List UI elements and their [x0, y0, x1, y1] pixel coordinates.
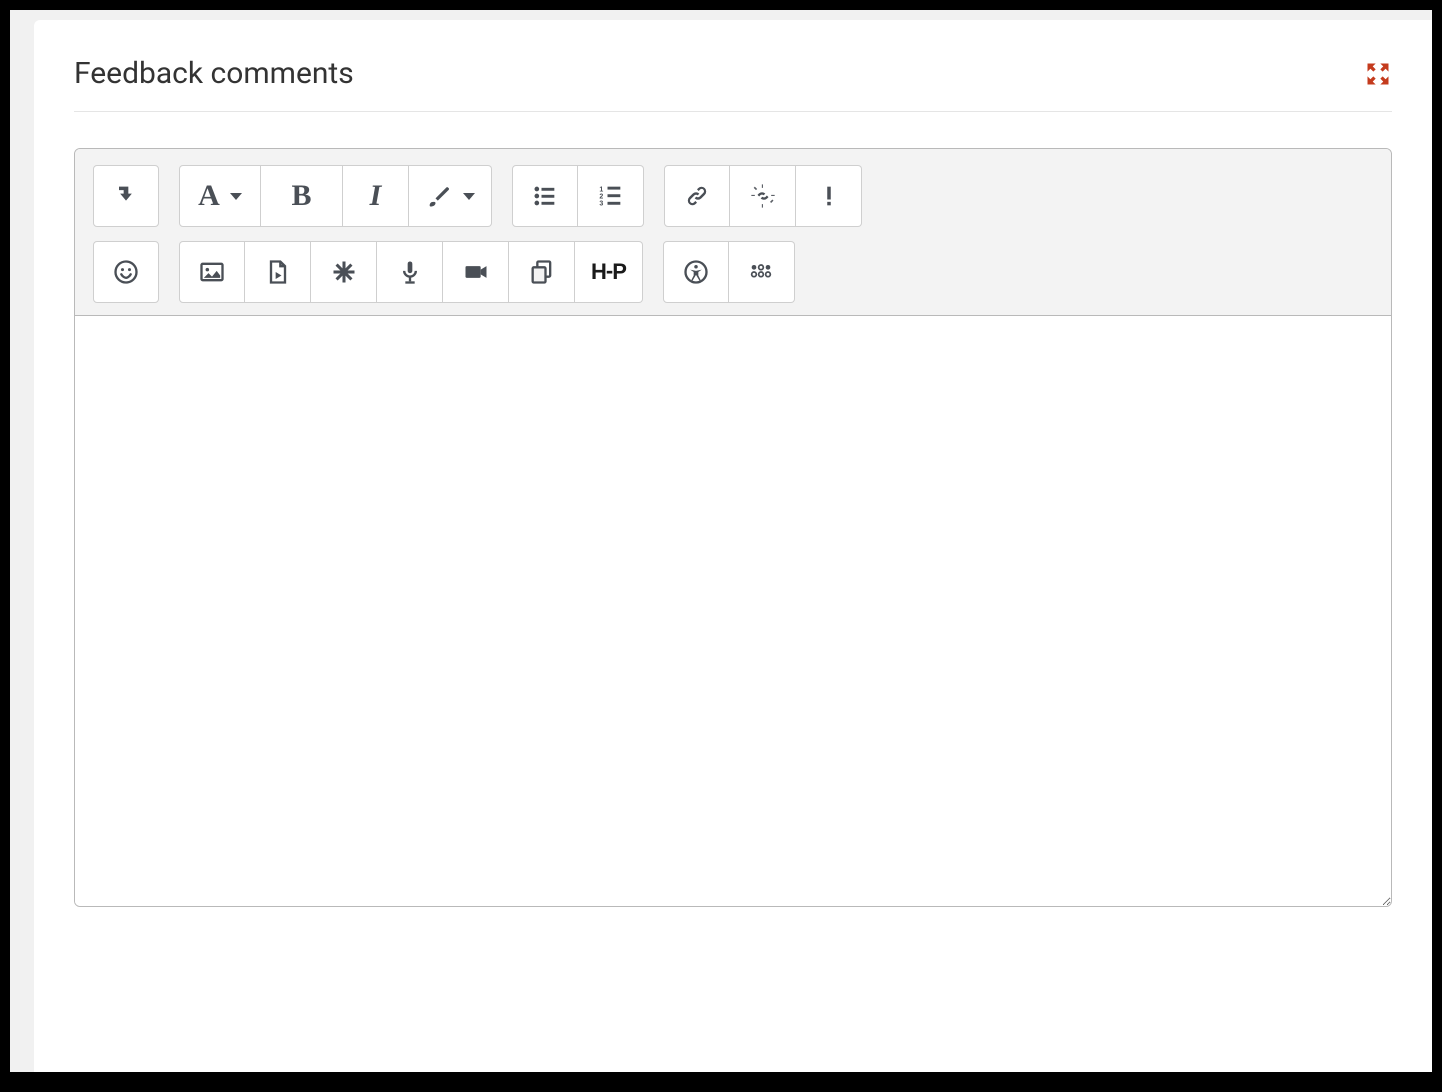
media-group: H-P [179, 241, 643, 303]
list-group: 1 2 3 [512, 165, 644, 227]
expand-icon [1364, 60, 1392, 88]
text-format-group: A B I [179, 165, 492, 227]
record-video-button[interactable] [443, 241, 509, 303]
toggle-toolbar-button[interactable] [93, 165, 159, 227]
unlink-button[interactable] [730, 165, 796, 227]
numbered-list-button[interactable]: 1 2 3 [578, 165, 644, 227]
braille-icon [747, 258, 775, 286]
unlink-icon [749, 182, 777, 210]
editor-toolbar: A B I [75, 149, 1391, 316]
toolbar-row-1: A B I [93, 165, 1373, 227]
screenreader-helper-button[interactable] [729, 241, 795, 303]
emoji-button[interactable] [93, 241, 159, 303]
microphone-icon [396, 258, 424, 286]
feedback-panel: Feedback comments [34, 20, 1432, 1072]
svg-text:1: 1 [599, 186, 603, 193]
accessibility-button[interactable] [663, 241, 729, 303]
image-button[interactable] [179, 241, 245, 303]
expand-button[interactable] [1364, 60, 1392, 88]
copy-icon [528, 258, 556, 286]
feedback-editor[interactable] [75, 316, 1391, 906]
bold-button[interactable]: B [261, 165, 343, 227]
h5p-icon: H-P [591, 259, 626, 285]
italic-button[interactable]: I [343, 165, 409, 227]
h5p-button[interactable]: H-P [575, 241, 643, 303]
file-video-icon [264, 258, 292, 286]
files-button[interactable] [509, 241, 575, 303]
svg-text:3: 3 [599, 200, 603, 207]
italic-icon: I [370, 181, 382, 211]
bullet-list-icon [531, 182, 559, 210]
svg-text:2: 2 [599, 193, 603, 200]
paragraph-style-button[interactable]: A [179, 165, 261, 227]
font-color-button[interactable] [409, 165, 492, 227]
manage-files-button[interactable] [311, 241, 377, 303]
no-autolink-button[interactable] [796, 165, 862, 227]
toolbar-row-2: H-P [93, 241, 1373, 303]
caret-down-icon [463, 193, 475, 200]
accessibility-group [663, 241, 795, 303]
media-button[interactable] [245, 241, 311, 303]
asterisk-icon [330, 258, 358, 286]
exclamation-icon [815, 182, 843, 210]
video-camera-icon [462, 258, 490, 286]
bullet-list-button[interactable] [512, 165, 578, 227]
panel-title: Feedback comments [74, 56, 354, 91]
page-background: Feedback comments [10, 10, 1432, 1072]
caret-down-icon [230, 193, 242, 200]
font-a-icon: A [198, 181, 220, 211]
accessibility-icon [682, 258, 710, 286]
numbered-list-icon: 1 2 3 [597, 182, 625, 210]
record-audio-button[interactable] [377, 241, 443, 303]
toggle-group [93, 165, 159, 227]
emoji-group [93, 241, 159, 303]
image-icon [198, 258, 226, 286]
link-icon [683, 182, 711, 210]
bold-icon: B [291, 181, 311, 211]
arrow-down-icon [112, 182, 140, 210]
smile-icon [112, 258, 140, 286]
link-group [664, 165, 862, 227]
brush-icon [425, 182, 453, 210]
editor-container: A B I [74, 148, 1392, 907]
panel-header: Feedback comments [74, 56, 1392, 112]
link-button[interactable] [664, 165, 730, 227]
